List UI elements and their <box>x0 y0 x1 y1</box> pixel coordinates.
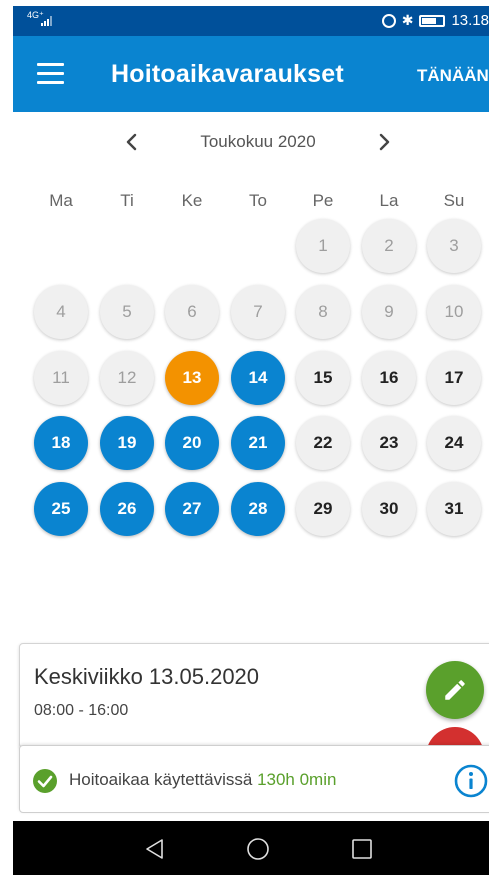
calendar-day[interactable]: 16 <box>362 351 416 405</box>
calendar-day[interactable]: 14 <box>231 351 285 405</box>
hamburger-menu-icon[interactable] <box>37 63 65 85</box>
month-label: Toukokuu 2020 <box>200 132 316 151</box>
weekday-header: Su <box>443 191 465 210</box>
calendar-day[interactable]: 13 <box>165 351 219 405</box>
chevron-left-icon[interactable] <box>120 130 144 154</box>
weekday-header: Pe <box>312 191 334 210</box>
calendar-day[interactable]: 1 <box>296 219 350 273</box>
calendar-day[interactable]: 20 <box>165 416 219 470</box>
calendar-day[interactable]: 28 <box>231 482 285 536</box>
calendar-day[interactable]: 19 <box>100 416 154 470</box>
alarm-icon <box>381 13 396 28</box>
availability-value: 130h 0min <box>257 770 337 789</box>
calendar-day[interactable]: 7 <box>231 285 285 339</box>
clock: 13.18 <box>451 12 489 29</box>
battery-icon <box>419 14 446 27</box>
status-bar: 4G⁺ ✱ 13.18 <box>13 6 489 36</box>
calendar-day[interactable]: 24 <box>427 416 481 470</box>
calendar-day[interactable]: 31 <box>427 482 481 536</box>
calendar-day[interactable]: 27 <box>165 482 219 536</box>
system-navigation-bar <box>13 821 489 875</box>
info-icon[interactable] <box>454 764 488 798</box>
availability-label: Hoitoaikaa käytettävissä <box>69 770 253 789</box>
calendar-day[interactable]: 30 <box>362 482 416 536</box>
calendar-day[interactable]: 9 <box>362 285 416 339</box>
weekday-header: Ti <box>120 191 134 210</box>
app-bar: Hoitoaikavaraukset TÄNÄÄN <box>13 36 489 112</box>
availability-bar: Hoitoaikaa käytettävissä 130h 0min <box>19 745 489 813</box>
calendar-day[interactable]: 12 <box>100 351 154 405</box>
calendar-day[interactable]: 11 <box>34 351 88 405</box>
weekday-header: La <box>379 191 399 210</box>
calendar-day[interactable]: 15 <box>296 351 350 405</box>
calendar-day[interactable]: 5 <box>100 285 154 339</box>
edit-button[interactable] <box>426 661 484 719</box>
calendar-day[interactable]: 2 <box>362 219 416 273</box>
page-title: Hoitoaikavaraukset <box>111 60 344 88</box>
recents-icon[interactable] <box>351 838 373 860</box>
calendar-day[interactable]: 22 <box>296 416 350 470</box>
pencil-icon <box>445 680 465 700</box>
calendar-day[interactable]: 18 <box>34 416 88 470</box>
day-detail-card[interactable]: Keskiviikko 13.05.2020 08:00 - 16:00 <box>19 643 489 748</box>
calendar-day[interactable]: 25 <box>34 482 88 536</box>
availability-text: Hoitoaikaa käytettävissä 130h 0min <box>69 770 336 790</box>
weekday-header: To <box>249 191 267 210</box>
today-button[interactable]: TÄNÄÄN <box>417 66 489 86</box>
detail-time: 08:00 - 16:00 <box>34 702 129 719</box>
calendar-day[interactable]: 23 <box>362 416 416 470</box>
calendar-day[interactable]: 8 <box>296 285 350 339</box>
signal-icon <box>41 16 55 26</box>
calendar-day[interactable]: 29 <box>296 482 350 536</box>
calendar-day[interactable]: 3 <box>427 219 481 273</box>
chevron-right-icon[interactable] <box>372 130 396 154</box>
back-icon[interactable] <box>143 837 167 861</box>
weekday-header: Ma <box>49 191 73 210</box>
check-circle-icon <box>33 769 57 793</box>
weekday-header: Ke <box>181 191 203 210</box>
calendar-day[interactable]: 4 <box>34 285 88 339</box>
calendar-day[interactable]: 10 <box>427 285 481 339</box>
calendar-day[interactable]: 6 <box>165 285 219 339</box>
calendar-day[interactable]: 21 <box>231 416 285 470</box>
calendar-day[interactable]: 17 <box>427 351 481 405</box>
detail-date: Keskiviikko 13.05.2020 <box>34 664 260 689</box>
month-navigation: Toukokuu 2020 <box>0 124 489 160</box>
bluetooth-icon: ✱ <box>401 12 414 28</box>
calendar-day[interactable]: 26 <box>100 482 154 536</box>
home-icon[interactable] <box>246 837 270 861</box>
